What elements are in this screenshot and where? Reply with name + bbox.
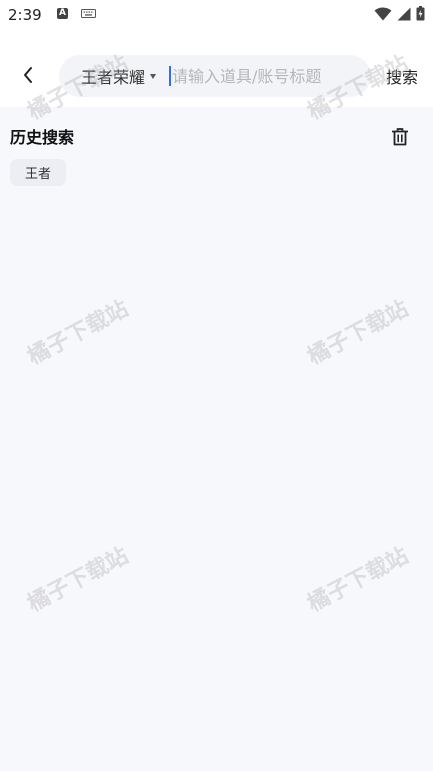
trash-icon [392, 128, 408, 146]
game-selector[interactable]: 王者荣耀 [81, 55, 157, 97]
search-button[interactable]: 搜索 [386, 64, 418, 88]
status-indicators [374, 6, 425, 21]
wifi-icon [374, 7, 392, 20]
clear-history-button[interactable] [390, 127, 410, 147]
watermark: 橘子下载站 [23, 543, 133, 618]
battery-icon [416, 6, 425, 21]
watermark: 橘子下载站 [23, 296, 133, 371]
back-button[interactable] [17, 64, 39, 86]
search-header: 王者荣耀 搜索 [0, 30, 433, 107]
caret-down-icon [150, 73, 157, 79]
game-selector-label: 王者荣耀 [81, 68, 146, 87]
text-cursor [169, 66, 171, 86]
watermark: 橘子下载站 [303, 543, 413, 618]
search-input[interactable] [172, 55, 362, 97]
search-box: 王者荣耀 [59, 55, 371, 97]
signal-icon [397, 7, 411, 20]
chevron-left-icon [24, 67, 32, 83]
notification-a-icon: A [57, 8, 68, 19]
history-item[interactable]: 王者 [10, 159, 67, 186]
history-title: 历史搜索 [10, 128, 75, 147]
keyboard-icon [81, 9, 96, 18]
history-list: 王者 [10, 159, 67, 186]
status-time: 2:39 [8, 6, 42, 24]
status-bar: 2:39 A [0, 0, 433, 30]
watermark: 橘子下载站 [303, 296, 413, 371]
